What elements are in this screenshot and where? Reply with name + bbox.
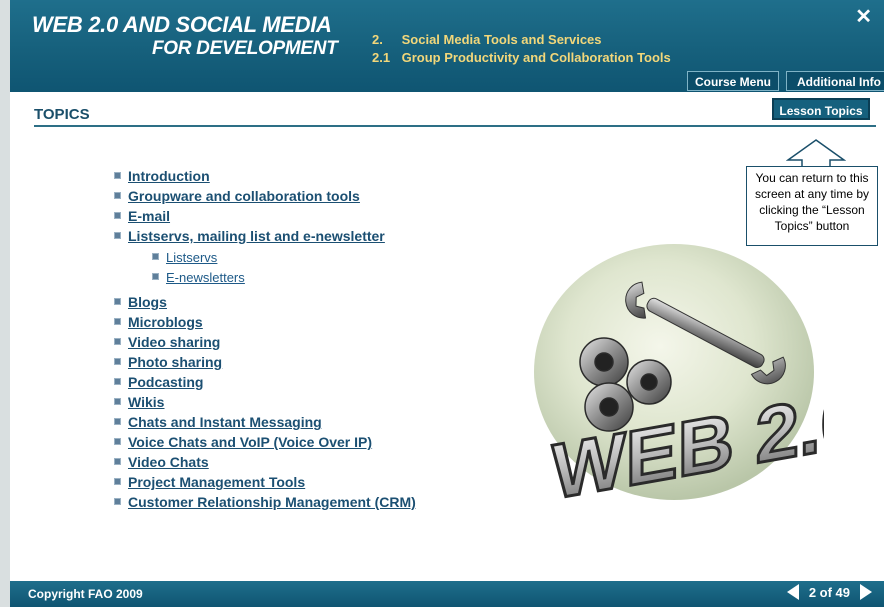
bullet-icon	[114, 497, 121, 505]
topic-item[interactable]: Wikis	[114, 394, 416, 414]
sublesson-number: 2.1	[372, 50, 391, 65]
previous-page-icon[interactable]	[786, 584, 799, 600]
bullet-icon	[114, 317, 121, 325]
course-menu-button[interactable]: Course Menu	[687, 71, 779, 91]
footer: Copyright FAO 2009 2 of 49	[10, 581, 884, 607]
topic-item[interactable]: E-mail	[114, 208, 416, 228]
bullet-icon	[152, 253, 159, 261]
lesson-heading: 2. Social Media Tools and Services	[372, 32, 602, 47]
bullet-icon	[114, 397, 121, 405]
bullet-icon	[114, 377, 121, 385]
arrow-up-icon	[786, 139, 846, 168]
topic-link[interactable]: Video Chats	[128, 454, 209, 470]
topic-item[interactable]: Video sharing	[114, 334, 416, 354]
topic-link[interactable]: Podcasting	[128, 374, 203, 390]
pager: 2 of 49	[786, 584, 872, 600]
bullet-icon	[114, 211, 121, 219]
topic-item[interactable]: Blogs	[114, 294, 416, 314]
page-title: TOPICS	[34, 106, 90, 123]
lesson-topics-button[interactable]: Lesson Topics	[772, 98, 870, 120]
topic-link[interactable]: E-mail	[128, 208, 170, 224]
topic-link[interactable]: Video sharing	[128, 334, 220, 350]
topic-item[interactable]: Voice Chats and VoIP (Voice Over IP)	[114, 434, 416, 454]
topic-link[interactable]: Customer Relationship Management (CRM)	[128, 494, 416, 510]
topic-link[interactable]: Wikis	[128, 394, 164, 410]
bullet-icon	[114, 477, 121, 485]
bullet-icon	[114, 191, 121, 199]
topic-list: Introduction Groupware and collaboration…	[114, 168, 416, 514]
subtopic-item[interactable]: E-newsletters	[152, 270, 416, 294]
bullet-icon	[114, 437, 121, 445]
bullet-icon	[114, 457, 121, 465]
sublesson-heading: 2.1 Group Productivity and Collaboration…	[372, 50, 671, 65]
bullet-icon	[114, 171, 121, 179]
topic-link[interactable]: Chats and Instant Messaging	[128, 414, 322, 430]
lesson-number: 2.	[372, 32, 383, 47]
topic-item[interactable]: Video Chats	[114, 454, 416, 474]
copyright-text: Copyright FAO 2009	[28, 587, 143, 601]
app-frame: WEB 2.0 AND SOCIAL MEDIA FOR DEVELOPMENT…	[0, 0, 884, 607]
bullet-icon	[114, 231, 121, 239]
topic-link[interactable]: Voice Chats and VoIP (Voice Over IP)	[128, 434, 372, 450]
topic-link[interactable]: Project Management Tools	[128, 474, 305, 490]
topic-item[interactable]: Listservs, mailing list and e-newsletter	[114, 228, 416, 250]
topic-link[interactable]: Groupware and collaboration tools	[128, 188, 360, 204]
topic-item[interactable]: Photo sharing	[114, 354, 416, 374]
page-indicator: 2 of 49	[808, 584, 850, 600]
header: WEB 2.0 AND SOCIAL MEDIA FOR DEVELOPMENT…	[10, 0, 884, 92]
help-callout: You can return to this screen at any tim…	[746, 166, 878, 246]
topic-item[interactable]: Groupware and collaboration tools	[114, 188, 416, 208]
bullet-icon	[114, 357, 121, 365]
bullet-icon	[114, 297, 121, 305]
topic-item[interactable]: Introduction	[114, 168, 416, 188]
topic-link[interactable]: Introduction	[128, 168, 210, 184]
topic-item[interactable]: Project Management Tools	[114, 474, 416, 494]
course-title-line1: WEB 2.0 AND SOCIAL MEDIA	[32, 12, 332, 37]
subtopic-link[interactable]: E-newsletters	[166, 270, 245, 285]
subtopic-link[interactable]: Listservs	[166, 250, 217, 265]
additional-info-button[interactable]: Additional Info	[786, 71, 884, 91]
content-area: TOPICS Lesson Topics You can return to t…	[10, 92, 884, 581]
sublesson-title: Group Productivity and Collaboration Too…	[401, 50, 671, 65]
course-title-line2: FOR DEVELOPMENT	[152, 38, 338, 59]
web20-illustration: WEB 2.0	[534, 244, 824, 512]
topic-link[interactable]: Blogs	[128, 294, 167, 310]
topic-link[interactable]: Microblogs	[128, 314, 203, 330]
bullet-icon	[114, 337, 121, 345]
close-icon[interactable]: ✕	[855, 4, 872, 29]
bullet-icon	[114, 417, 121, 425]
topic-link[interactable]: Photo sharing	[128, 354, 222, 370]
lesson-title: Social Media Tools and Services	[401, 32, 602, 47]
topic-item[interactable]: Customer Relationship Management (CRM)	[114, 494, 416, 514]
topic-link[interactable]: Listservs, mailing list and e-newsletter	[128, 228, 385, 244]
bullet-icon	[152, 273, 159, 281]
subtopic-item[interactable]: Listservs	[152, 250, 416, 270]
title-divider	[34, 125, 876, 127]
topic-item[interactable]: Microblogs	[114, 314, 416, 334]
next-page-icon[interactable]	[860, 584, 872, 600]
topic-item[interactable]: Chats and Instant Messaging	[114, 414, 416, 434]
topic-item[interactable]: Podcasting	[114, 374, 416, 394]
